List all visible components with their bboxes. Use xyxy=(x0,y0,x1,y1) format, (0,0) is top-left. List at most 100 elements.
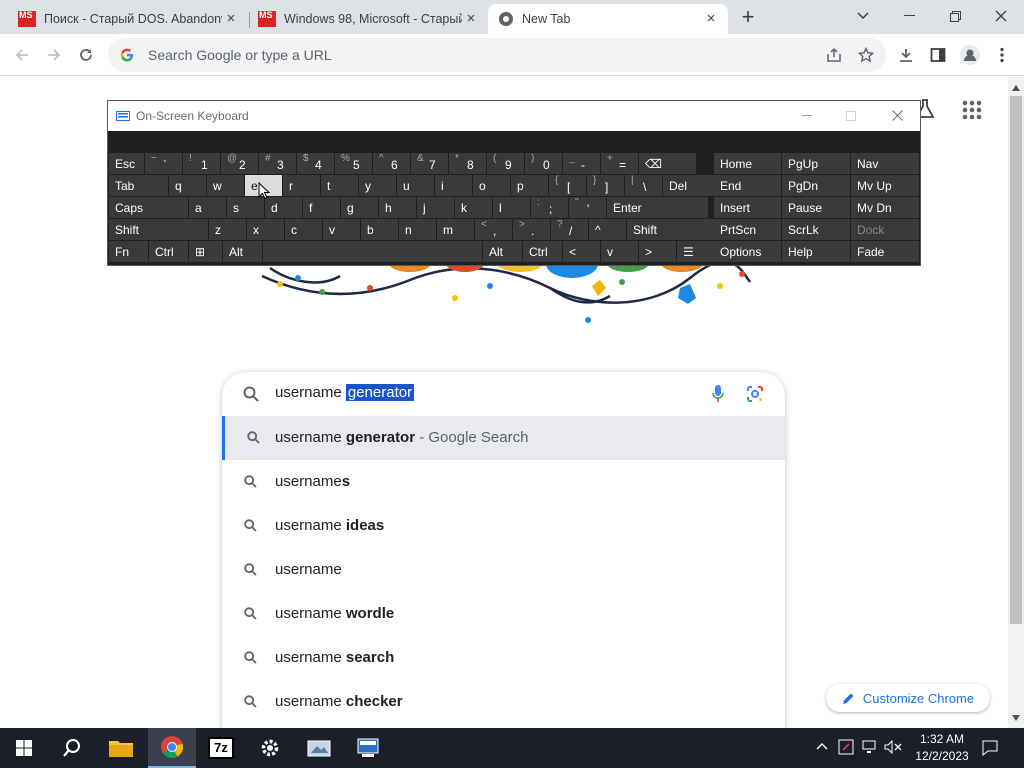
tab-close-icon[interactable]: × xyxy=(702,10,720,28)
back-button[interactable] xyxy=(6,39,38,71)
osk-key-1-13[interactable]: | \ xyxy=(625,175,662,196)
osk-key-4-0[interactable]: Fn xyxy=(109,241,148,262)
osk-key-0-0[interactable]: Esc xyxy=(109,153,144,174)
osk-nav-key-1-1[interactable]: PgDn xyxy=(782,175,850,196)
osk-key-3-8[interactable]: <, xyxy=(475,219,512,240)
osk-key-2-12[interactable]: Enter xyxy=(607,197,708,218)
osk-key-2-6[interactable]: h xyxy=(379,197,416,218)
osk-key-1-11[interactable]: {[ xyxy=(549,175,586,196)
osk-key-2-2[interactable]: s xyxy=(227,197,264,218)
file-explorer-button[interactable] xyxy=(97,728,145,768)
osk-key-0-1[interactable]: ~ ` xyxy=(145,153,182,174)
osk-key-0-9[interactable]: * 8 xyxy=(449,153,486,174)
profile-button[interactable] xyxy=(954,39,986,71)
restore-button[interactable] xyxy=(932,0,978,32)
osk-key-1-10[interactable]: p xyxy=(511,175,548,196)
osk-key-1-6[interactable]: y xyxy=(359,175,396,196)
osk-key-0-14[interactable]: ⌫ xyxy=(639,153,696,174)
tab-close-icon[interactable]: × xyxy=(462,10,480,28)
osk-key-3-7[interactable]: m xyxy=(437,219,474,240)
new-tab-button[interactable]: + xyxy=(736,6,760,30)
osk-key-0-2[interactable]: ! 1 xyxy=(183,153,220,174)
osk-key-3-3[interactable]: c xyxy=(285,219,322,240)
search-input[interactable]: username generator xyxy=(275,384,415,401)
notifications-button[interactable] xyxy=(982,728,1002,768)
tab-new-tab[interactable]: New Tab × xyxy=(488,4,728,34)
osk-nav-key-0-2[interactable]: Nav xyxy=(851,153,919,174)
search-box[interactable]: username generator xyxy=(222,372,785,416)
omnibox[interactable]: Search Google or type a URL xyxy=(108,38,886,72)
osk-key-4-1[interactable]: Ctrl xyxy=(149,241,188,262)
osk-key-0-12[interactable]: _ - xyxy=(563,153,600,174)
osk-key-4-7[interactable]: < xyxy=(563,241,600,262)
osk-key-1-4[interactable]: r xyxy=(283,175,320,196)
osk-key-0-11[interactable]: ) 0 xyxy=(525,153,562,174)
suggestion-item[interactable]: username search xyxy=(222,636,785,680)
osk-key-0-5[interactable]: $4 xyxy=(297,153,334,174)
suggestion-item[interactable]: username checker xyxy=(222,680,785,724)
osk-key-3-2[interactable]: x xyxy=(247,219,284,240)
osk-key-1-14[interactable]: Del xyxy=(663,175,720,196)
google-apps-icon[interactable] xyxy=(962,100,982,120)
osk-key-1-1[interactable]: q xyxy=(169,175,206,196)
osk-key-1-2[interactable]: w xyxy=(207,175,244,196)
osk-key-3-12[interactable]: Shift xyxy=(627,219,718,240)
osk-key-2-9[interactable]: l xyxy=(493,197,530,218)
osk-nav-key-1-0[interactable]: End xyxy=(714,175,781,196)
osk-nav-key-2-1[interactable]: Pause xyxy=(782,197,850,218)
osk-key-2-10[interactable]: :; xyxy=(531,197,568,218)
osk-nav-key-3-0[interactable]: PrtScn xyxy=(714,219,781,240)
osk-key-0-7[interactable]: ^ 6 xyxy=(373,153,410,174)
osk-nav-key-4-0[interactable]: Options xyxy=(714,241,781,262)
tab-abandonware-search[interactable]: MS Поиск - Старый DOS. Abandonware × xyxy=(8,4,248,34)
osk-key-1-9[interactable]: o xyxy=(473,175,510,196)
osk-nav-key-4-2[interactable]: Fade xyxy=(851,241,919,262)
osk-nav-key-3-1[interactable]: ScrLk xyxy=(782,219,850,240)
taskbar-clock[interactable]: 1:32 AM 12/2/2023 xyxy=(906,731,978,765)
tab-close-icon[interactable]: × xyxy=(222,10,240,28)
osk-key-3-10[interactable]: ? / xyxy=(551,219,588,240)
osk-key-4-4[interactable] xyxy=(263,241,482,262)
osk-title-bar[interactable]: On-Screen Keyboard xyxy=(108,101,920,131)
osk-key-4-8[interactable]: v xyxy=(601,241,638,262)
osk-key-0-6[interactable]: % 5 xyxy=(335,153,372,174)
app-taskbar-button-2[interactable] xyxy=(344,728,392,768)
osk-key-4-5[interactable]: Alt xyxy=(483,241,522,262)
bookmark-button[interactable] xyxy=(850,39,882,71)
osk-key-3-11[interactable]: ^ xyxy=(589,219,626,240)
osk-key-1-0[interactable]: Tab xyxy=(109,175,168,196)
settings-taskbar-button[interactable] xyxy=(246,728,294,768)
osk-key-2-3[interactable]: d xyxy=(265,197,302,218)
osk-key-3-9[interactable]: >. xyxy=(513,219,550,240)
osk-nav-key-2-0[interactable]: Insert xyxy=(714,197,781,218)
osk-key-2-0[interactable]: Caps xyxy=(109,197,188,218)
osk-key-3-1[interactable]: z xyxy=(209,219,246,240)
minimize-button[interactable] xyxy=(886,0,932,32)
suggestion-item[interactable]: username ideas xyxy=(222,504,785,548)
forward-button[interactable] xyxy=(38,39,70,71)
osk-key-0-10[interactable]: (9 xyxy=(487,153,524,174)
suggestion-item[interactable]: username wordle xyxy=(222,592,785,636)
suggestion-item[interactable]: usernames xyxy=(222,460,785,504)
suggestion-item[interactable]: username generator - Google Search xyxy=(222,416,785,460)
start-button[interactable] xyxy=(0,728,48,768)
chrome-taskbar-button[interactable] xyxy=(148,728,196,768)
share-button[interactable] xyxy=(818,39,850,71)
osk-key-2-7[interactable]: j xyxy=(417,197,454,218)
osk-nav-key-2-2[interactable]: Mv Dn xyxy=(851,197,919,218)
osk-key-2-11[interactable]: " ' xyxy=(569,197,606,218)
osk-nav-key-0-1[interactable]: PgUp xyxy=(782,153,850,174)
suggestion-item[interactable]: username xyxy=(222,548,785,592)
tab-search-button[interactable] xyxy=(840,0,886,32)
7zip-taskbar-button[interactable]: 7z xyxy=(197,728,245,768)
osk-key-1-7[interactable]: u xyxy=(397,175,434,196)
side-panel-button[interactable] xyxy=(922,39,954,71)
menu-button[interactable] xyxy=(986,39,1018,71)
reload-button[interactable] xyxy=(70,39,102,71)
taskbar-search-button[interactable] xyxy=(48,728,96,768)
close-window-button[interactable] xyxy=(978,0,1024,32)
osk-key-2-8[interactable]: k xyxy=(455,197,492,218)
osk-key-0-4[interactable]: #3 xyxy=(259,153,296,174)
app-taskbar-button[interactable] xyxy=(295,728,343,768)
osk-key-4-3[interactable]: Alt xyxy=(223,241,262,262)
